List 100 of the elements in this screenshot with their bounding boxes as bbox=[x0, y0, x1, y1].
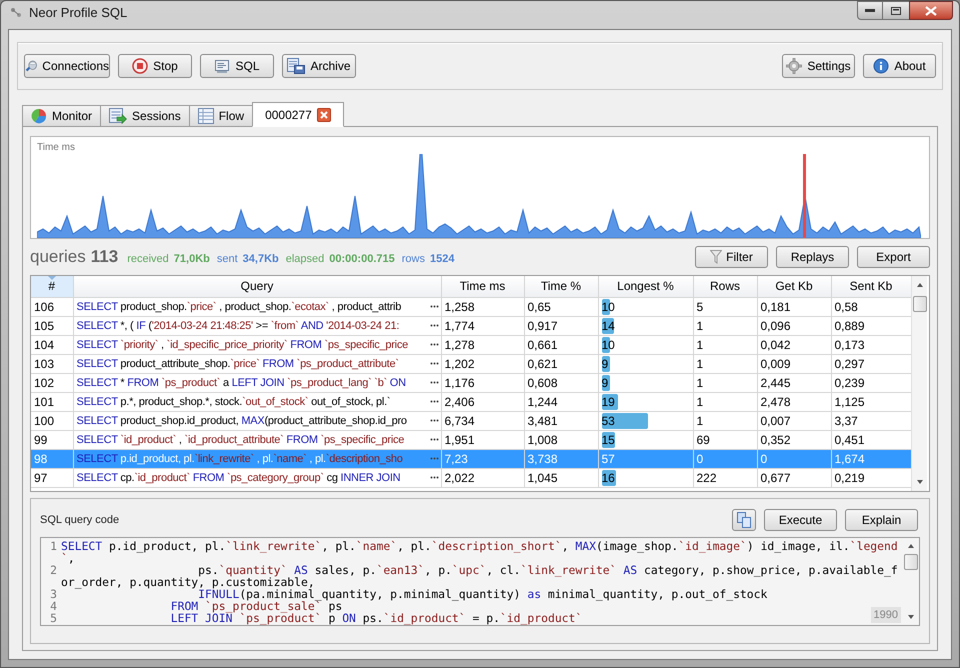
tab[interactable]: 0000277 bbox=[252, 102, 344, 127]
query-text: SELECT p.id_product, pl.`link_rewrite` , pl.`name` , pl.`description_sho bbox=[76, 452, 403, 466]
query-count: 113 bbox=[90, 246, 118, 268]
tab[interactable]: Flow bbox=[188, 105, 254, 126]
table-cell: 1 bbox=[693, 335, 757, 354]
table-cell: 222 bbox=[693, 468, 757, 487]
table-cell: 0,352 bbox=[757, 430, 831, 449]
code-editor[interactable] bbox=[40, 537, 920, 626]
action-button[interactable]: Replays bbox=[776, 246, 849, 268]
column-header[interactable]: # bbox=[31, 276, 73, 297]
maximize-icon bbox=[891, 6, 901, 14]
tab[interactable]: Sessions bbox=[100, 105, 190, 126]
toolbar-button[interactable]: About bbox=[863, 54, 936, 78]
close-button[interactable] bbox=[909, 1, 953, 20]
table-cell: 1,951 bbox=[441, 430, 524, 449]
table-cell: 1,258 bbox=[441, 297, 524, 316]
tab-close-button[interactable] bbox=[316, 108, 331, 122]
line-number: 4 bbox=[49, 600, 58, 612]
table-row[interactable]: 98 SELECT p.id_product, pl.`link_rewrite` , pl.`name` , pl.`description_sho 7,23 3,738 57 0 0 1,674 bbox=[31, 449, 911, 468]
column-header[interactable]: Query bbox=[73, 276, 441, 297]
table-cell: 2,478 bbox=[757, 392, 831, 411]
table-row[interactable]: 102 SELECT * FROM `ps_product` a LEFT JOIN `ps_product_lang` `b` ON 1,176 0,608 9 1 2,445 0,239 bbox=[31, 373, 911, 392]
toolbar-button[interactable]: Connections bbox=[24, 54, 110, 78]
table-row[interactable]: 99 SELECT `id_product` , `id_product_attribute` FROM `ps_specific_price 1,951 1,008 15 69 0,352 0,451 bbox=[31, 430, 911, 449]
table-cell: 1,774 bbox=[441, 316, 524, 335]
panel-button[interactable]: Execute bbox=[764, 509, 837, 531]
floppy-disk-icon bbox=[287, 58, 306, 74]
query-text: SELECT product_shop.id_product, MAX(product_attribute_shop.id_pro bbox=[76, 414, 407, 428]
toolbar-button[interactable]: Settings bbox=[782, 54, 855, 78]
table-cell: 1,176 bbox=[441, 373, 524, 392]
table-cell: 100 bbox=[31, 411, 73, 430]
tab[interactable]: Monitor bbox=[22, 105, 102, 126]
table-cell: 16 bbox=[602, 470, 615, 484]
stat-value: 34,7Kb bbox=[242, 252, 279, 268]
table-row[interactable]: 100 SELECT product_shop.id_product, MAX(product_attribute_shop.id_pro 6,734 3,481 53 1 0,007 3,37 bbox=[31, 411, 911, 430]
code-line: FROM `ps_product_sale` ps bbox=[170, 600, 342, 612]
table-cell: 0,042 bbox=[757, 335, 831, 354]
maximize-button[interactable] bbox=[883, 1, 909, 20]
table-cell: 1,202 bbox=[441, 354, 524, 373]
table-cell: 1 bbox=[693, 354, 757, 373]
table-cell: 99 bbox=[31, 430, 73, 449]
panel-button[interactable]: Explain bbox=[845, 509, 918, 531]
line-number: 1 bbox=[49, 540, 58, 555]
table-cell: 53 bbox=[602, 414, 615, 428]
table-cell: 1,278 bbox=[441, 335, 524, 354]
table-cell: 0,621 bbox=[524, 354, 598, 373]
info-icon bbox=[873, 58, 890, 74]
table-row[interactable]: 97 SELECT cp.`id_product` FROM `ps_category_group` cg INNER JOIN 2,022 1,045 16 222 0,677 0,219 bbox=[31, 468, 911, 487]
stat-value: 71,0Kb bbox=[174, 252, 210, 268]
toolbar-button[interactable]: Archive bbox=[282, 54, 356, 78]
column-header[interactable]: Time % bbox=[524, 276, 598, 297]
query-text: SELECT `priority` , `id_specific_price_priority` FROM `ps_specific_price bbox=[76, 338, 408, 352]
stat-label: elapsed bbox=[286, 252, 324, 268]
action-button[interactable]: Filter bbox=[695, 246, 768, 268]
more-icon bbox=[430, 362, 438, 365]
stats-title: queries bbox=[30, 246, 86, 268]
column-header[interactable]: Longest % bbox=[598, 276, 693, 297]
stat-label: sent bbox=[216, 252, 238, 268]
scroll-thumb[interactable] bbox=[912, 296, 926, 312]
line-number: 3 bbox=[49, 588, 58, 600]
window-title: Neor Profile SQL bbox=[29, 4, 128, 22]
table-row[interactable]: 103 SELECT product_attribute_shop.`price` FROM `ps_product_attribute` 1,202 0,621 9 1 0,009 0,297 bbox=[31, 354, 911, 373]
stat-label: received bbox=[127, 252, 169, 268]
table-cell: 1,045 bbox=[524, 468, 598, 487]
column-header[interactable]: Rows bbox=[693, 276, 757, 297]
code-line: IFNULL(pa.minimal_quantity, p.minimal_quantity) as minimal_quantity, p.out_of_stock bbox=[198, 588, 768, 600]
table-row[interactable]: 101 SELECT p.*, product_shop.*, stock.`out_of_stock` out_of_stock, pl.` 2,406 1,244 19 1 2,478 1,125 bbox=[31, 392, 911, 411]
line-number: 5 bbox=[49, 612, 58, 624]
table-cell: 0,096 bbox=[757, 316, 831, 335]
column-header[interactable]: Get Kb bbox=[757, 276, 831, 297]
table-cell: 9 bbox=[602, 376, 608, 390]
query-text: SELECT p.*, product_shop.*, stock.`out_of_stock` out_of_stock, pl.` bbox=[76, 394, 390, 410]
table-cell: 103 bbox=[31, 354, 73, 373]
more-icon bbox=[430, 438, 438, 441]
more-icon bbox=[430, 457, 438, 460]
more-icon bbox=[430, 419, 438, 422]
table-cell: 0,677 bbox=[757, 468, 831, 487]
column-header[interactable]: Sent Kb bbox=[831, 276, 911, 297]
column-header[interactable]: Time ms bbox=[441, 276, 524, 297]
query-text: SELECT `id_product` , `id_product_attribute` FROM `ps_specific_price bbox=[76, 432, 404, 448]
filter-icon bbox=[710, 250, 722, 264]
toolbar-button[interactable]: Stop bbox=[118, 54, 192, 78]
scrollbar[interactable] bbox=[911, 276, 927, 491]
more-icon bbox=[430, 400, 438, 403]
table-cell: 2,445 bbox=[757, 373, 831, 392]
table-cell: 3,481 bbox=[524, 411, 598, 430]
scroll-thumb[interactable] bbox=[904, 554, 918, 570]
more-icon bbox=[430, 476, 438, 479]
copy-icon bbox=[737, 512, 751, 528]
table-cell: 57 bbox=[602, 452, 615, 466]
app-icon bbox=[9, 6, 23, 20]
copy-button[interactable] bbox=[732, 509, 756, 531]
sort-icon bbox=[48, 276, 56, 280]
action-button[interactable]: Export bbox=[857, 246, 930, 268]
code-line: LEFT JOIN `ps_product` p ON ps.`id_product` = p.`id_product` bbox=[170, 612, 582, 624]
toolbar-button[interactable]: SQL bbox=[200, 54, 274, 78]
table-cell: 15 bbox=[602, 432, 615, 446]
minimize-button[interactable] bbox=[857, 1, 883, 20]
table-cell: 3,738 bbox=[524, 449, 598, 468]
close-icon bbox=[925, 6, 937, 16]
